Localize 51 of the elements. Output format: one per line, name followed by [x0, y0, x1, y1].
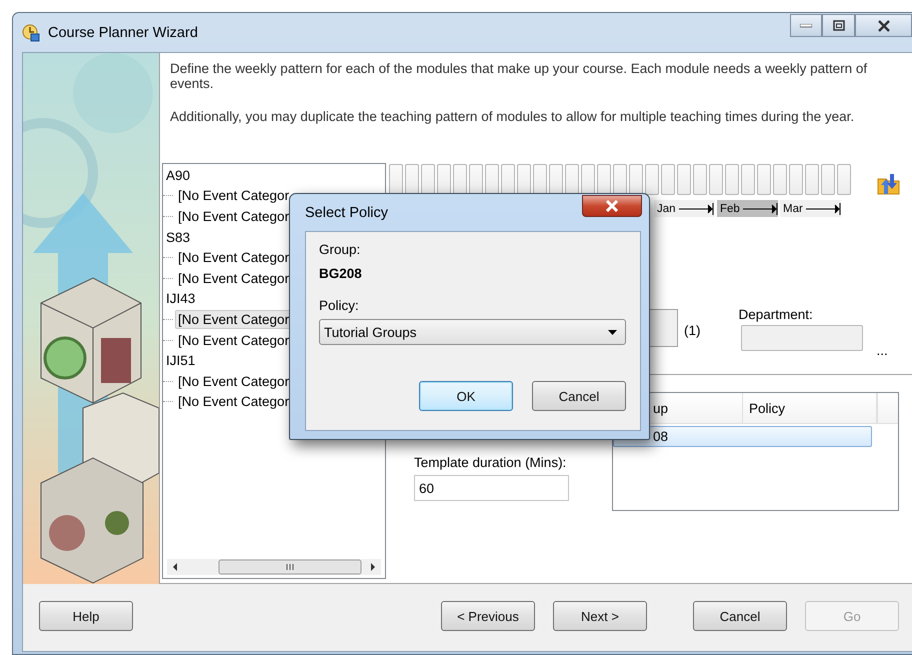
window-title: Course Planner Wizard [48, 24, 198, 40]
tree-item[interactable]: [No Event Categor [175, 248, 292, 268]
month-header[interactable]: Feb [717, 200, 778, 217]
tree-item[interactable]: S83 [163, 228, 194, 247]
maximize-icon [832, 20, 844, 31]
tree-item[interactable]: IJI51 [163, 351, 198, 370]
wizard-button[interactable]: Next > [553, 601, 647, 631]
month-header[interactable]: Jan [654, 200, 715, 217]
instruction-text: Define the weekly pattern for each of the modules that make up your course. Each module needs a weekly pattern of events. [170, 61, 868, 91]
tree-item[interactable]: [No Event Categor [175, 186, 292, 206]
dialog-title: Select Policy [305, 204, 388, 220]
column-header[interactable]: Policy [743, 393, 877, 423]
caret-icon [608, 330, 617, 334]
horizontal-scrollbar[interactable] [167, 559, 381, 575]
count-label: (1) [684, 323, 700, 338]
policy-dropdown[interactable]: Tutorial Groups [319, 319, 626, 345]
group-value: BG208 [319, 266, 363, 281]
browse-link[interactable]: ... [876, 343, 888, 358]
policy-label: Policy: [319, 298, 360, 313]
department-field[interactable] [740, 325, 862, 351]
template-duration-field[interactable]: 60 [414, 475, 569, 501]
tree-item[interactable]: [No Event Categor [175, 330, 292, 350]
tree-item[interactable]: IJI43 [163, 289, 198, 308]
app-icon [22, 24, 40, 42]
tree-item[interactable]: [No Event Categor [175, 268, 292, 288]
minimize-button[interactable] [790, 14, 822, 37]
department-label: Department: [738, 307, 814, 322]
wizard-button[interactable]: Cancel [693, 601, 787, 631]
table-row[interactable]: 08 [613, 426, 872, 447]
span-arrow-icon [742, 202, 778, 214]
instruction-text: Additionally, you may duplicate the teaching pattern of modules to allow for multiple teaching times during the year. [170, 109, 856, 124]
import-icon[interactable] [877, 172, 901, 196]
group-label: Group: [319, 242, 362, 257]
minimize-icon [800, 24, 812, 28]
wizard-button[interactable]: < Previous [441, 601, 535, 631]
wizard-button[interactable]: Help [39, 601, 133, 631]
dialog-button[interactable]: OK [419, 381, 513, 411]
tree-item[interactable]: [No Event Categor [175, 372, 292, 391]
tree-item[interactable]: A90 [163, 166, 194, 185]
tree-item[interactable]: [No Event Categor [175, 392, 292, 412]
close-icon [605, 200, 619, 212]
tree-item[interactable]: [No Event Categor [175, 206, 292, 226]
dialog-button[interactable]: Cancel [532, 381, 626, 411]
span-arrow-icon [678, 202, 715, 214]
close-button[interactable] [855, 14, 912, 37]
month-header[interactable]: Mar [780, 200, 841, 217]
maximize-button[interactable] [822, 14, 855, 37]
span-arrow-icon [806, 202, 841, 214]
close-button[interactable] [582, 195, 642, 217]
close-icon [876, 20, 890, 32]
template-duration-label: Template duration (Mins): [414, 455, 568, 470]
